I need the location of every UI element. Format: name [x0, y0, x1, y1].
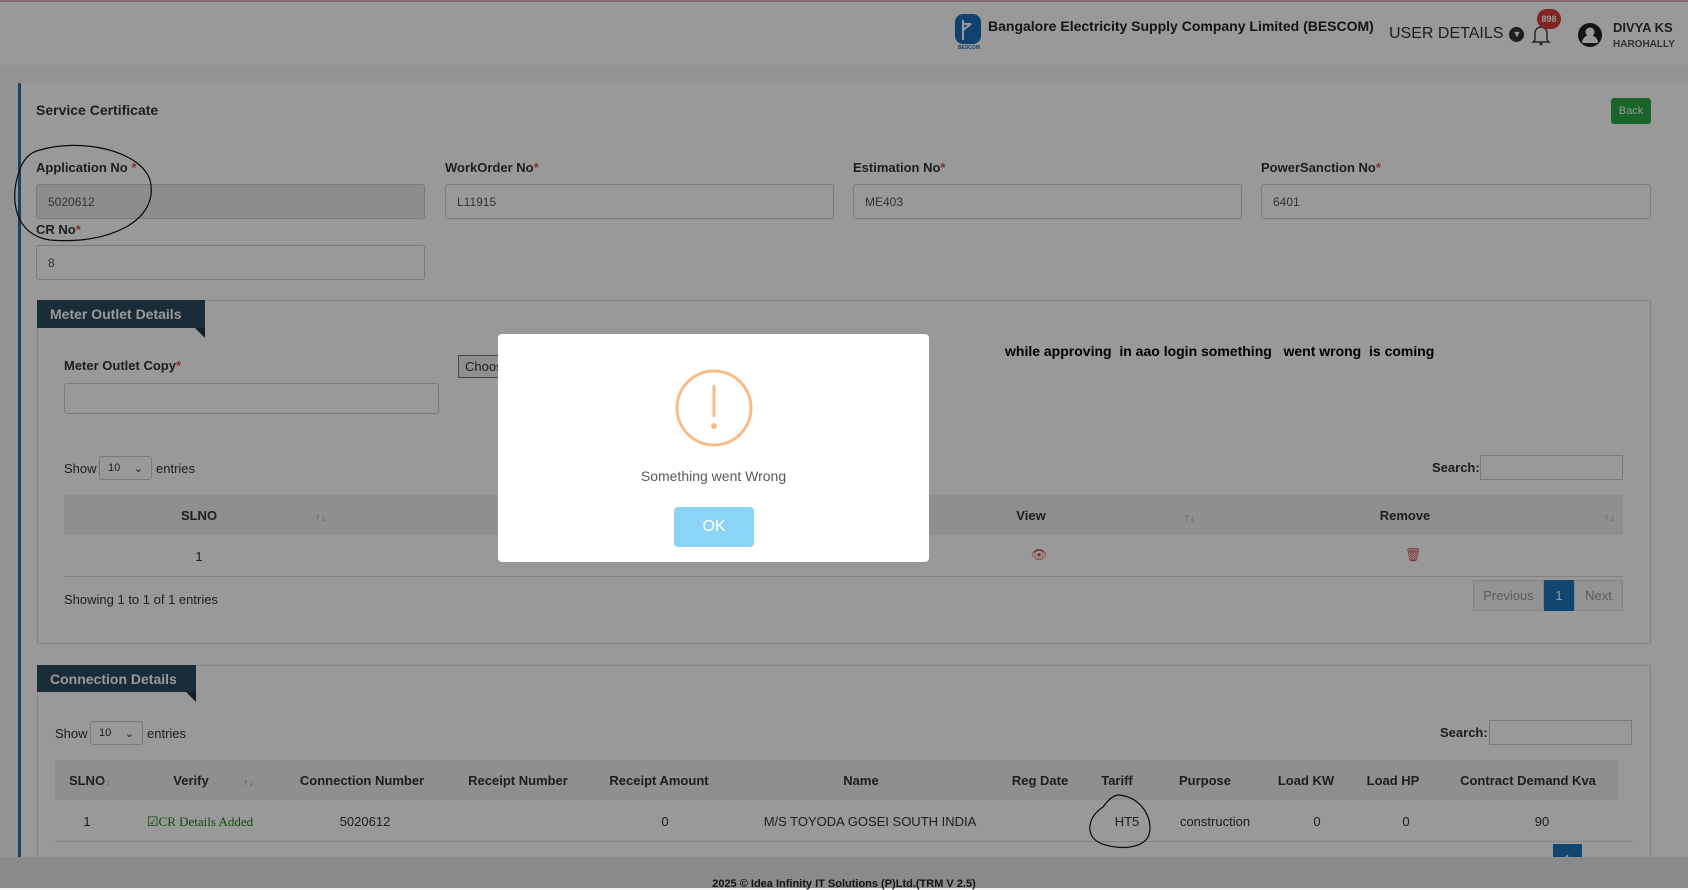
error-modal: Something went Wrong OK — [498, 334, 929, 562]
warning-icon — [675, 369, 753, 447]
ok-button[interactable]: OK — [674, 507, 754, 547]
modal-message: Something went Wrong — [640, 468, 787, 484]
